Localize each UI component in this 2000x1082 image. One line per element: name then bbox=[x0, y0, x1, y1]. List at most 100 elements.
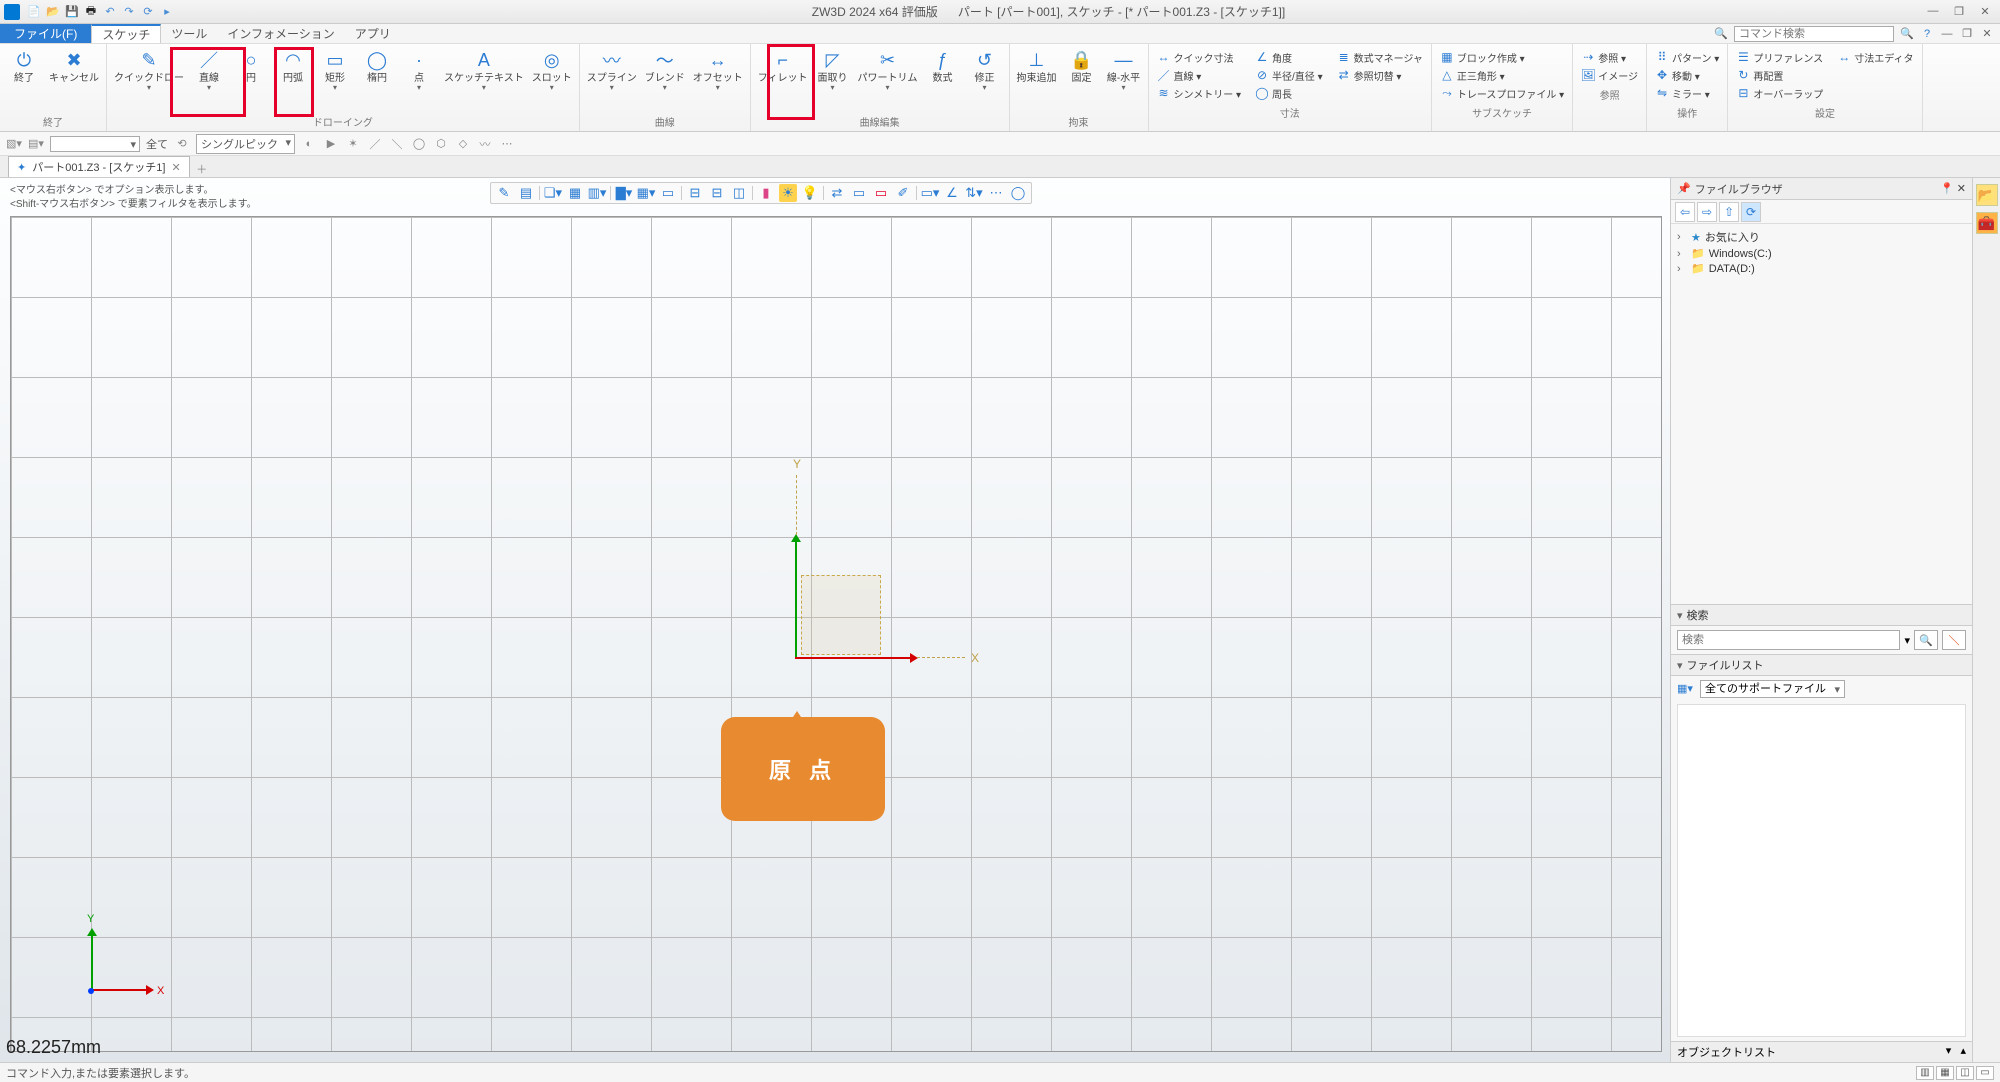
ribbon-再配置[interactable]: ↻再配置 bbox=[1736, 66, 1823, 84]
file-search-input[interactable] bbox=[1677, 630, 1900, 650]
ribbon-キャンセル[interactable]: ✖キャンセル bbox=[46, 46, 102, 86]
ribbon-数式マネージャ[interactable]: ≣数式マネージャ bbox=[1337, 48, 1423, 66]
ribbon-ブロック作成[interactable]: ▦ブロック作成 ▾ bbox=[1440, 48, 1564, 66]
canvas[interactable]: <マウス右ボタン> でオプション表示します。 <Shift-マウス右ボタン> で… bbox=[0, 178, 1670, 1062]
tab-tools[interactable]: ツール bbox=[161, 24, 217, 43]
tb-i3-icon[interactable]: ✶ bbox=[345, 136, 361, 152]
inner-close-icon[interactable]: ✕ bbox=[1980, 27, 1994, 41]
tb-i10-icon[interactable]: ⋯ bbox=[499, 136, 515, 152]
tab-information[interactable]: インフォメーション bbox=[217, 24, 344, 43]
vt-bulb-icon[interactable]: 💡 bbox=[801, 184, 819, 202]
vt-fill-icon[interactable]: ▇▾ bbox=[615, 184, 633, 202]
filter2-icon[interactable]: ▤▾ bbox=[28, 136, 44, 152]
inner-min-icon[interactable]: — bbox=[1940, 27, 1954, 41]
search-section-header[interactable]: ▾検索 bbox=[1671, 604, 1972, 626]
file-list-area[interactable] bbox=[1677, 704, 1966, 1037]
ribbon-スプライン[interactable]: 〰スプライン▾ bbox=[584, 46, 640, 94]
ribbon-円[interactable]: ○円 bbox=[231, 46, 271, 86]
vt-brush-icon[interactable]: ✐ bbox=[894, 184, 912, 202]
ribbon-フィレット[interactable]: ⌐フィレット bbox=[755, 46, 811, 86]
vt-sync-icon[interactable]: ⇄ bbox=[828, 184, 846, 202]
fb-fwd-icon[interactable]: ⇨ bbox=[1697, 202, 1717, 222]
vt-h1-icon[interactable]: ⊟ bbox=[708, 184, 726, 202]
filelist-section-header[interactable]: ▾ファイルリスト bbox=[1671, 654, 1972, 676]
tb-i5-icon[interactable]: ＼ bbox=[389, 136, 405, 152]
ribbon-プリファレンス[interactable]: ☰プリファレンス bbox=[1736, 48, 1823, 66]
ribbon-数式[interactable]: ƒ数式 bbox=[923, 46, 963, 86]
filter1-icon[interactable]: ▧▾ bbox=[6, 136, 22, 152]
panel-pin-icon[interactable]: 📍 ✕ bbox=[1940, 182, 1966, 195]
view1-icon[interactable]: ▥ bbox=[1916, 1066, 1934, 1080]
vt-color-icon[interactable]: ▮ bbox=[757, 184, 775, 202]
ribbon-参照[interactable]: ⇢参照 ▾ bbox=[1581, 48, 1638, 66]
view3-icon[interactable]: ◫ bbox=[1956, 1066, 1974, 1080]
vt-light-icon[interactable]: ☀ bbox=[779, 184, 797, 202]
vt-grid2-icon[interactable]: ▦▾ bbox=[637, 184, 655, 202]
ribbon-半径/直径[interactable]: ⊘半径/直径 ▾ bbox=[1255, 66, 1323, 84]
open-icon[interactable]: 📂 bbox=[45, 4, 61, 20]
ribbon-直線[interactable]: ／直線▾ bbox=[189, 46, 229, 94]
vt-circ-icon[interactable]: ◯ bbox=[1009, 184, 1027, 202]
ribbon-オフセット[interactable]: ↔オフセット▾ bbox=[690, 46, 746, 94]
ribbon-終了[interactable]: ⏻終了 bbox=[4, 46, 44, 86]
ribbon-直線[interactable]: ／直線 ▾ bbox=[1157, 66, 1242, 84]
vt-sect-icon[interactable]: ⊟ bbox=[686, 184, 704, 202]
vt-dash-icon[interactable]: ⋯ bbox=[987, 184, 1005, 202]
ribbon-拘束追加[interactable]: ⊥拘束追加 bbox=[1014, 46, 1060, 86]
ribbon-ミラー[interactable]: ⇋ミラー ▾ bbox=[1655, 84, 1719, 102]
ribbon-楕円[interactable]: ◯楕円 bbox=[357, 46, 397, 86]
minimize-icon[interactable]: — bbox=[1922, 5, 1944, 18]
fb-back-icon[interactable]: ⇦ bbox=[1675, 202, 1695, 222]
vt-selr-icon[interactable]: ▭ bbox=[872, 184, 890, 202]
ribbon-パターン[interactable]: ⠿パターン ▾ bbox=[1655, 48, 1719, 66]
save-icon[interactable]: 💾 bbox=[64, 4, 80, 20]
object-list-header[interactable]: オブジェクトリスト▾ ▴ bbox=[1671, 1041, 1972, 1062]
vt-sel-icon[interactable]: ▭ bbox=[850, 184, 868, 202]
pin-icon[interactable]: ✦ bbox=[17, 161, 26, 174]
redo-icon[interactable]: ↷ bbox=[121, 4, 137, 20]
vt-layer-icon[interactable]: ▤ bbox=[517, 184, 535, 202]
side-tab-tools-icon[interactable]: 🧰 bbox=[1976, 212, 1998, 234]
close-icon[interactable]: ✕ bbox=[1974, 5, 1996, 18]
ribbon-シンメトリー[interactable]: ≋シンメトリー ▾ bbox=[1157, 84, 1242, 102]
tree-drive-c[interactable]: ›📁Windows(C:) bbox=[1677, 246, 1966, 261]
vt-h2-icon[interactable]: ◫ bbox=[730, 184, 748, 202]
vt-sort-icon[interactable]: ⇅▾ bbox=[965, 184, 983, 202]
tab-close-icon[interactable]: ✕ bbox=[171, 161, 180, 174]
sketch-grid[interactable]: Y X X Y 原 点 bbox=[10, 216, 1662, 1052]
filter-all[interactable]: 全て bbox=[146, 136, 168, 152]
vt-angle-icon[interactable]: ∠ bbox=[943, 184, 961, 202]
file-search-clear-icon[interactable]: ＼ bbox=[1942, 630, 1966, 650]
tab-app[interactable]: アプリ bbox=[345, 24, 401, 43]
file-search-go-icon[interactable]: 🔍 bbox=[1914, 630, 1938, 650]
ribbon-ブレンド[interactable]: 〜ブレンド▾ bbox=[642, 46, 688, 94]
ribbon-クイックドロー[interactable]: ✎クイックドロー▾ bbox=[111, 46, 187, 94]
filter-combo[interactable] bbox=[50, 136, 140, 152]
view2-icon[interactable]: ▦ bbox=[1936, 1066, 1954, 1080]
fb-up-icon[interactable]: ⇧ bbox=[1719, 202, 1739, 222]
fb-refresh-icon[interactable]: ⟳ bbox=[1741, 202, 1761, 222]
vt-grp-icon[interactable]: ▭▾ bbox=[921, 184, 939, 202]
tree-favorites[interactable]: ›★お気に入り bbox=[1677, 228, 1966, 246]
help-icon[interactable]: ? bbox=[1920, 27, 1934, 41]
ribbon-面取り[interactable]: ◸面取り▾ bbox=[813, 46, 853, 94]
ribbon-スロット[interactable]: ◎スロット▾ bbox=[529, 46, 575, 94]
ribbon-クイック寸法[interactable]: ↔クイック寸法 bbox=[1157, 48, 1242, 66]
ribbon-トレースプロファイル[interactable]: ⤳トレースプロファイル ▾ bbox=[1440, 84, 1564, 102]
ribbon-角度[interactable]: ∠角度 bbox=[1255, 48, 1323, 66]
file-tree[interactable]: ›★お気に入り ›📁Windows(C:) ›📁DATA(D:) bbox=[1671, 224, 1972, 604]
vt-box-icon[interactable]: ▦ bbox=[566, 184, 584, 202]
tb-i8-icon[interactable]: ◇ bbox=[455, 136, 471, 152]
ribbon-移動[interactable]: ✥移動 ▾ bbox=[1655, 66, 1719, 84]
ribbon-線-水平[interactable]: —線-水平▾ bbox=[1104, 46, 1144, 94]
maximize-icon[interactable]: ❐ bbox=[1948, 5, 1970, 18]
tb-i6-icon[interactable]: ◯ bbox=[411, 136, 427, 152]
tb-i2-icon[interactable]: ▶ bbox=[323, 136, 339, 152]
tb-i1-icon[interactable]: ◐ bbox=[301, 136, 317, 152]
view4-icon[interactable]: ▭ bbox=[1976, 1066, 1994, 1080]
add-tab-icon[interactable]: ＋ bbox=[192, 161, 212, 177]
ribbon-イメージ[interactable]: 🖼イメージ bbox=[1581, 66, 1638, 84]
ribbon-矩形[interactable]: ▭矩形▾ bbox=[315, 46, 355, 94]
ribbon-スケッチテキスト[interactable]: Aスケッチテキスト▾ bbox=[441, 46, 527, 94]
doc-tab[interactable]: ✦ パート001.Z3 - [スケッチ1] ✕ bbox=[8, 156, 190, 177]
